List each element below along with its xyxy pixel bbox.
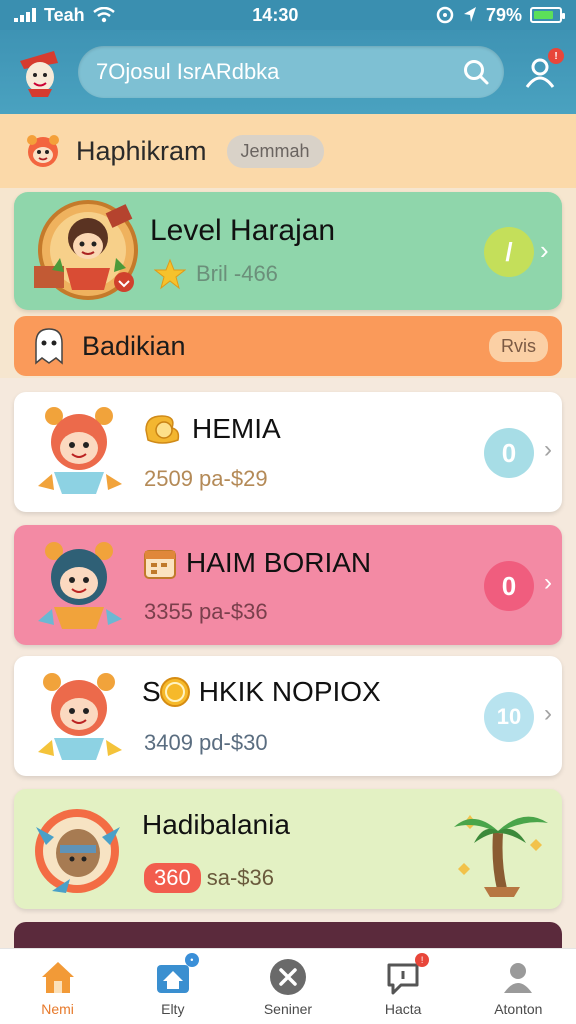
level-illustration bbox=[34, 200, 138, 300]
nav-profile[interactable]: Atonton bbox=[468, 957, 568, 1017]
item-name: HEMIA bbox=[142, 412, 281, 446]
level-title: Level Harajan bbox=[150, 214, 336, 247]
carrier-label: Teah bbox=[44, 4, 85, 25]
close-circle-icon bbox=[269, 958, 306, 995]
location-icon bbox=[463, 7, 476, 22]
nav-label: Nemi bbox=[41, 1000, 74, 1017]
bottom-navigation: Nemi • Elty Seniner ! Hacta Atonton bbox=[0, 948, 576, 1024]
search-bar[interactable]: 7Ojosul IsrARdbka bbox=[78, 46, 504, 98]
coin-bag-icon bbox=[145, 415, 180, 444]
level-card[interactable]: Level Harajan Bril -466 / › bbox=[14, 192, 562, 310]
star-icon bbox=[154, 258, 186, 290]
item-card[interactable]: HAIM BORIAN 3355 pa-$36 0 › bbox=[14, 525, 562, 645]
nav-badge: • bbox=[184, 952, 199, 967]
app-header: 7Ojosul IsrARdbka ! bbox=[0, 30, 576, 114]
item-name: Hadibalania bbox=[142, 809, 290, 841]
ghost-icon bbox=[35, 328, 63, 365]
nav-badge: ! bbox=[415, 952, 430, 967]
nav-messages[interactable]: ! Hacta bbox=[353, 952, 453, 1017]
battery-percent: 79% bbox=[485, 4, 522, 25]
nav-label: Atonton bbox=[494, 1000, 543, 1017]
coin-icon bbox=[159, 677, 190, 707]
home-icon bbox=[41, 961, 74, 993]
item-count-pill[interactable]: 0 bbox=[484, 561, 534, 611]
item-price: 2509 pa-$29 bbox=[144, 466, 268, 491]
item-count-pill[interactable]: 10 bbox=[484, 692, 534, 742]
item-illustration bbox=[35, 809, 120, 893]
battery-icon bbox=[529, 7, 565, 23]
section-chip[interactable]: Jemmah bbox=[226, 134, 324, 168]
status-bar: Teah 14:30 79% bbox=[0, 0, 576, 30]
level-sub-text: Bril -466 bbox=[196, 261, 278, 286]
item-price: 3355 pa-$36 bbox=[144, 599, 268, 624]
item-count-pill[interactable]: 0 bbox=[484, 428, 534, 478]
calendar-icon bbox=[144, 550, 176, 579]
chevron-right-icon[interactable]: › bbox=[540, 235, 549, 266]
wifi-icon bbox=[92, 7, 115, 23]
item-card[interactable]: S HKIK NOPIOX 3409 pd-$30 10 › bbox=[14, 656, 562, 776]
item-price: 3409 pd-$30 bbox=[144, 730, 268, 755]
nav-label: Elty bbox=[161, 1000, 185, 1017]
item-title: HKIK NOPIOX bbox=[198, 676, 381, 707]
alarm-icon bbox=[436, 6, 454, 24]
person-icon bbox=[504, 962, 533, 993]
item-illustration bbox=[38, 407, 122, 494]
search-input[interactable]: 7Ojosul IsrARdbka bbox=[96, 59, 462, 85]
signal-icon bbox=[14, 8, 36, 22]
banner-title: Badikian bbox=[82, 330, 186, 361]
item-illustration bbox=[38, 542, 122, 629]
notification-badge: ! bbox=[548, 48, 564, 64]
app-logo[interactable] bbox=[14, 47, 64, 97]
nav-home[interactable]: Nemi bbox=[8, 957, 108, 1017]
nav-label: Hacta bbox=[384, 1000, 422, 1017]
section-title: Haphikram bbox=[76, 135, 207, 166]
level-pill[interactable]: / bbox=[484, 227, 534, 277]
item-name: HAIM BORIAN bbox=[142, 545, 371, 581]
item-price-row: 360 sa-$36 bbox=[144, 863, 274, 893]
profile-button[interactable]: ! bbox=[518, 48, 564, 94]
search-icon[interactable] bbox=[462, 58, 490, 86]
item-price-highlight: 360 bbox=[144, 863, 201, 893]
chevron-right-icon[interactable]: › bbox=[544, 700, 552, 728]
nav-label: Seniner bbox=[263, 1000, 313, 1017]
item-title: HEMIA bbox=[192, 413, 281, 444]
nav-center[interactable]: Seniner bbox=[238, 957, 338, 1017]
nav-messages-icon-wrap: ! bbox=[383, 952, 430, 997]
nav-city[interactable]: • Elty bbox=[123, 952, 223, 1017]
item-name: S HKIK NOPIOX bbox=[142, 676, 381, 708]
palm-tree-icon bbox=[454, 815, 548, 897]
nav-city-icon-wrap: • bbox=[153, 952, 199, 997]
item-title: HAIM BORIAN bbox=[186, 547, 372, 578]
mascot-icon bbox=[27, 135, 59, 167]
item-card[interactable]: HEMIA 2509 pa-$29 0 › bbox=[14, 392, 562, 512]
item-price: sa-$36 bbox=[206, 865, 274, 890]
item-illustration bbox=[38, 673, 122, 760]
item-title: Hadibalania bbox=[142, 809, 290, 840]
category-banner[interactable]: Badikian Rvis bbox=[14, 316, 562, 376]
banner-chip[interactable]: Rvis bbox=[489, 330, 548, 362]
chevron-right-icon[interactable]: › bbox=[544, 436, 552, 464]
item-card[interactable]: Hadibalania 360 sa-$36 bbox=[14, 789, 562, 909]
chevron-right-icon[interactable]: › bbox=[544, 569, 552, 597]
section-header: Haphikram Jemmah bbox=[0, 114, 576, 188]
level-subline: Bril -466 bbox=[154, 258, 278, 290]
status-time: 14:30 bbox=[252, 4, 299, 25]
